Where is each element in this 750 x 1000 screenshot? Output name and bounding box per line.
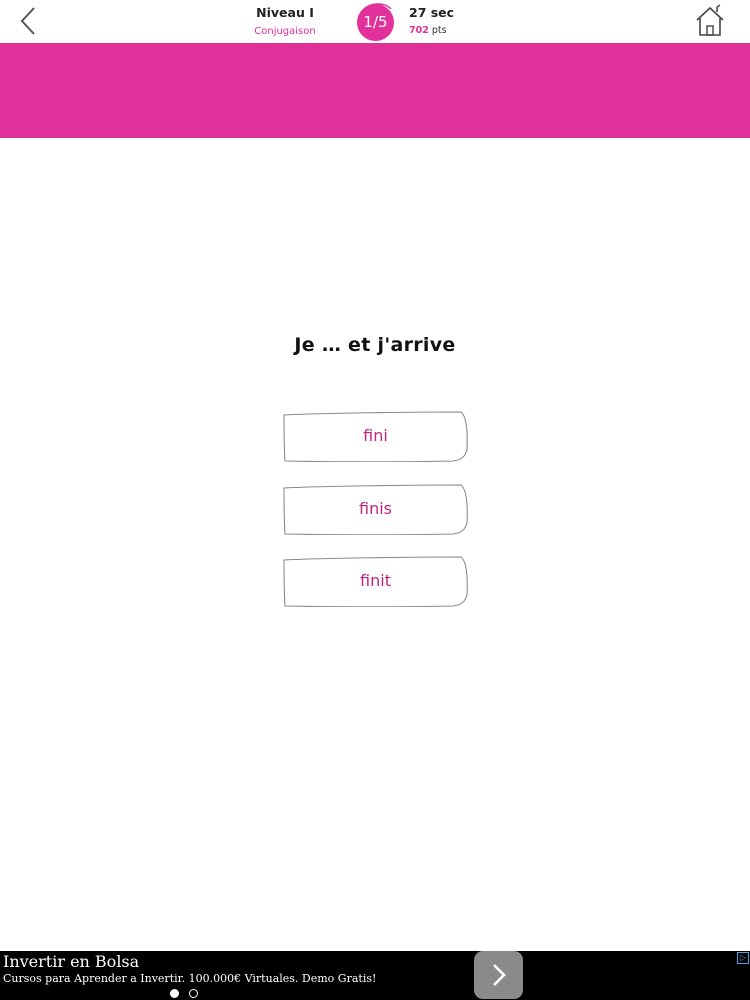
ad-title: Invertir en Bolsa [3, 952, 140, 971]
home-icon [696, 4, 724, 36]
ad-banner[interactable]: Invertir en Bolsa Cursos para Aprender a… [0, 951, 750, 1000]
level-info: Niveau I Conjugaison [230, 4, 340, 43]
ad-choices-icon[interactable]: ▷ [737, 952, 749, 964]
answer-option[interactable]: finit [283, 555, 468, 607]
answer-option[interactable]: fini [283, 410, 468, 462]
answer-label: fini [363, 426, 388, 445]
ad-open-button[interactable] [474, 951, 523, 999]
answer-option[interactable]: finis [283, 483, 468, 535]
question-text: Je … et j'arrive [294, 334, 456, 356]
chevron-left-icon [20, 7, 35, 35]
level-title: Niveau I [256, 5, 314, 20]
points-value: 702 [409, 25, 429, 36]
ad-description: Cursos para Aprender a Invertir. 100.000… [3, 972, 377, 985]
pager-dot[interactable] [189, 989, 198, 998]
timer: 27 sec [409, 5, 455, 20]
header-banner [0, 43, 750, 138]
level-subtitle: Conjugaison [254, 26, 316, 37]
points-unit: pts [431, 25, 447, 36]
back-button[interactable] [14, 5, 44, 37]
points: 702 pts [409, 21, 454, 41]
home-button[interactable] [694, 4, 726, 38]
answer-label: finit [360, 571, 391, 590]
chevron-right-icon [493, 964, 506, 986]
timer-score: 27 sec 702 pts [409, 4, 454, 41]
question-progress-badge: 1/5 [357, 4, 394, 41]
top-bar: Niveau I Conjugaison 1/5 27 sec 702 pts [0, 0, 750, 43]
pager-dot-active[interactable] [170, 989, 179, 998]
answer-label: finis [359, 499, 392, 518]
